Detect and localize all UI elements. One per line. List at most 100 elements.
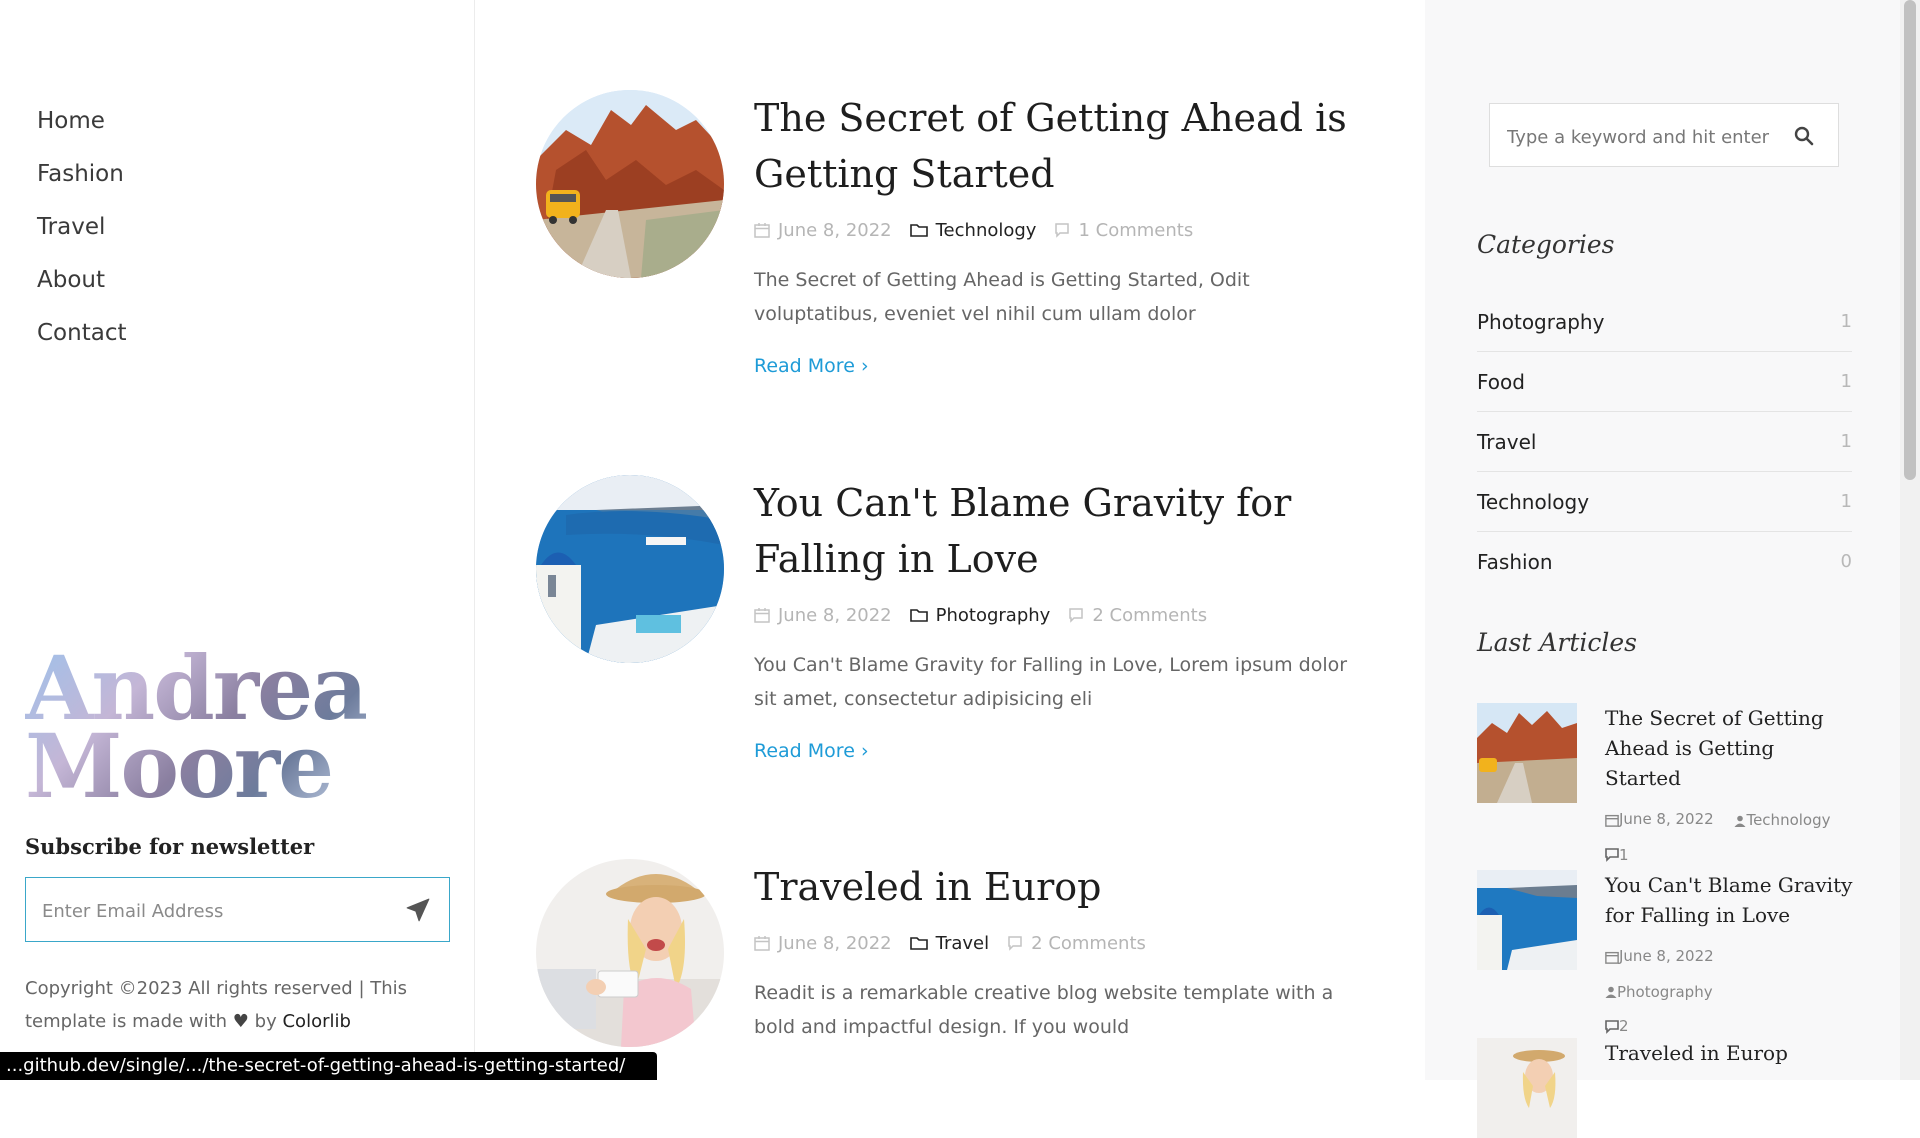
read-more-link[interactable]: Read More › [754,355,869,377]
post-comments-text: 2 Comments [1092,604,1208,626]
post-meta: June 8, 2022 Photography 2 Comments [754,602,1374,628]
article-comments[interactable]: 1 [1605,839,1637,872]
category-name: Travel [1477,429,1537,454]
newsletter-title: Subscribe for newsletter [25,834,315,859]
post-title[interactable]: Traveled in Europ [754,859,1374,915]
post-thumbnail[interactable] [536,475,724,663]
right-sidebar: Categories Photography 1 Food 1 Travel 1 Te… [1425,0,1900,1138]
post-category[interactable]: Photography [909,604,1051,626]
search-input[interactable] [1505,122,1779,152]
article-meta: June 8, 2022 Technology 1 [1605,803,1855,874]
email-input[interactable] [40,896,384,926]
comment-icon [1008,936,1022,951]
article-category-text: Photography [1617,982,1713,1001]
article-title[interactable]: The Secret of Getting Ahead is Getting S… [1605,703,1855,793]
user-icon [1605,986,1617,998]
woman-laptop-image [536,859,724,1047]
post-excerpt: You Can't Blame Gravity for Falling in L… [754,654,1348,710]
article-body: You Can't Blame Gravity for Falling in L… [1605,870,1855,1046]
category-count: 0 [1840,551,1852,572]
article-comments-text: 1 [1619,845,1629,864]
post-category-text: Photography [935,604,1051,626]
calendar-icon [754,936,770,951]
comment-icon [1055,223,1070,238]
post-date: June 8, 2022 [754,605,892,626]
nav-travel[interactable]: Travel [37,201,126,254]
calendar-icon [1605,951,1619,964]
article-thumbnail[interactable] [1477,870,1577,970]
colorlib-link[interactable]: Colorlib [282,1011,350,1032]
post-comments[interactable]: 2 Comments [1007,933,1146,954]
heart-icon: ♥ [232,1011,249,1032]
folder-icon [909,609,928,622]
chat-icon [1605,1019,1619,1034]
post-comments[interactable]: 1 Comments [1054,220,1193,241]
post-category[interactable]: Travel [909,933,989,954]
post-comments-text: 1 Comments [1078,219,1194,241]
comment-icon [1069,608,1084,623]
nav-fashion[interactable]: Fashion [37,148,126,201]
calendar-icon [754,223,770,238]
nav-about[interactable]: About [37,254,126,307]
santorini-sea-image [536,475,724,663]
post-thumbnail[interactable] [536,859,724,1047]
copyright: Copyright ©2023 All rights reserved | Th… [25,972,425,1038]
article-title[interactable]: Traveled in Europ [1605,1038,1855,1068]
article-category[interactable]: Photography [1605,976,1721,1009]
post-date-text: June 8, 2022 [778,932,892,954]
category-name: Fashion [1477,549,1553,574]
site-logo[interactable]: Andrea Moore [25,650,366,806]
user-icon [1734,815,1746,827]
santorini-sea-image [1477,870,1577,970]
category-name: Technology [1477,489,1590,514]
post-thumbnail[interactable] [536,90,724,278]
article-date: June 8, 2022 [1605,940,1722,973]
last-articles-heading: Last Articles [1477,628,1637,657]
search-button[interactable] [1794,126,1814,150]
article-body: The Secret of Getting Ahead is Getting S… [1605,703,1855,874]
article-date: June 8, 2022 [1605,803,1722,836]
category-item[interactable]: Photography 1 [1477,292,1852,352]
category-name: Food [1477,369,1525,394]
article-thumbnail[interactable] [1477,1038,1577,1138]
send-button[interactable] [405,897,433,925]
category-item[interactable]: Technology 1 [1477,472,1852,532]
canyon-road-image [536,90,724,278]
folder-icon [909,937,928,950]
category-count: 1 [1840,431,1852,452]
post-body: You Can't Blame Gravity for Falling in L… [754,475,1374,762]
post-category[interactable]: Technology [909,220,1036,241]
category-item[interactable]: Fashion 0 [1477,532,1852,591]
read-more-text: Read More [754,740,855,762]
post-comments-text: 2 Comments [1031,932,1146,954]
read-more-text: Read More [754,355,855,377]
category-count: 1 [1840,371,1852,392]
read-more-link[interactable]: Read More › [754,740,869,762]
chevron-right-icon: › [860,355,869,377]
post-date: June 8, 2022 [754,933,892,954]
post-body: Traveled in Europ June 8, 2022 Travel 2 … [754,859,1374,1044]
article-date-text: June 8, 2022 [1619,947,1714,965]
post-comments[interactable]: 2 Comments [1068,605,1207,626]
article-body: Traveled in Europ [1605,1038,1855,1068]
article-title[interactable]: You Can't Blame Gravity for Falling in L… [1605,870,1855,930]
article-thumbnail[interactable] [1477,703,1577,803]
category-count: 1 [1840,311,1852,332]
post-date-text: June 8, 2022 [778,219,892,241]
left-sidebar: Home Fashion Travel About Contact Andrea… [0,0,475,1080]
newsletter-form [25,877,450,942]
post-title[interactable]: The Secret of Getting Ahead is Getting S… [754,90,1374,202]
nav-home[interactable]: Home [37,95,126,148]
scrollbar[interactable] [1900,0,1920,1080]
copyright-by: by [254,1011,277,1032]
post-title[interactable]: You Can't Blame Gravity for Falling in L… [754,475,1374,587]
nav-contact[interactable]: Contact [37,307,126,360]
category-count: 1 [1840,491,1852,512]
category-name: Photography [1477,309,1605,334]
category-item[interactable]: Travel 1 [1477,412,1852,472]
post-meta: June 8, 2022 Travel 2 Comments [754,930,1374,956]
article-category[interactable]: Technology [1734,804,1838,837]
post-meta: June 8, 2022 Technology 1 Comments [754,217,1374,243]
category-item[interactable]: Food 1 [1477,352,1852,412]
scrollbar-thumb[interactable] [1904,0,1916,480]
